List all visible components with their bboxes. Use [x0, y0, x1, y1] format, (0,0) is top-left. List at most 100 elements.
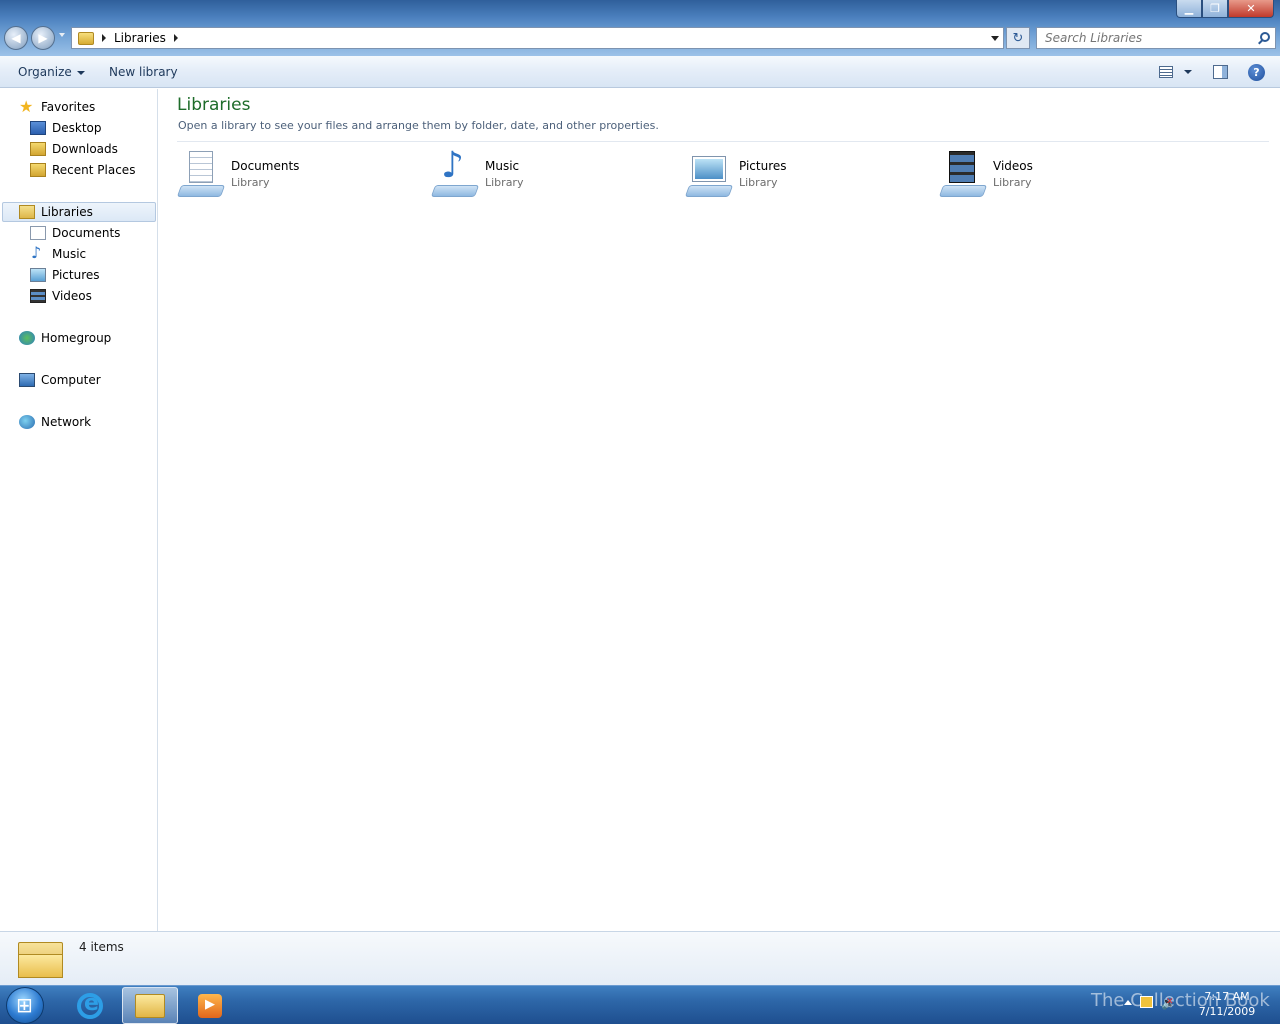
nav-item-desktop[interactable]: Desktop [30, 118, 102, 138]
clock-time: 7:17 AM [1204, 990, 1250, 1003]
organize-button[interactable]: Organize [18, 65, 85, 79]
change-view-icon[interactable] [1159, 66, 1173, 78]
nav-item-label: Music [52, 247, 87, 261]
window-titlebar: ▁ ❐ ✕ ◀ ▶ Libraries ↻ [0, 0, 1280, 56]
windows-explorer-icon [135, 993, 165, 1018]
network-icon [19, 415, 35, 429]
nav-favorites[interactable]: Favorites [19, 97, 95, 117]
library-tile-pictures[interactable]: Pictures Library [684, 149, 925, 201]
help-icon[interactable]: ? [1248, 64, 1265, 81]
notification-area: 🔈 [1124, 996, 1176, 1010]
close-button[interactable]: ✕ [1228, 0, 1274, 18]
taskbar-internet-explorer[interactable] [62, 987, 118, 1024]
navigation-pane: Favorites Desktop Downloads Recent Place… [0, 89, 158, 931]
start-button[interactable] [6, 987, 44, 1024]
volume-muted-icon[interactable]: 🔈 [1161, 996, 1176, 1010]
nav-item-documents[interactable]: Documents [30, 223, 120, 243]
libraries-icon [19, 205, 35, 219]
nav-item-music[interactable]: Music [30, 243, 87, 264]
desktop-icon [30, 121, 46, 135]
back-button[interactable]: ◀ [4, 26, 28, 50]
nav-item-pictures[interactable]: Pictures [30, 265, 100, 285]
page-title: Libraries [177, 95, 251, 115]
taskbar: The Collection Book 🔈 7:17 AM 7/11/2009 [0, 985, 1280, 1024]
library-type: Library [739, 176, 778, 189]
nav-homegroup-label: Homegroup [41, 331, 112, 345]
address-history-dropdown[interactable] [991, 36, 999, 41]
nav-computer[interactable]: Computer [19, 370, 101, 390]
content-pane: Libraries Open a library to see your fil… [159, 89, 1280, 931]
nav-homegroup[interactable]: Homegroup [19, 328, 111, 348]
nav-item-label: Downloads [52, 142, 118, 156]
system-clock[interactable]: 7:17 AM 7/11/2009 [1196, 989, 1258, 1019]
view-options-dropdown[interactable] [1184, 70, 1192, 74]
page-subtitle: Open a library to see your files and arr… [178, 119, 659, 132]
action-center-flag-icon[interactable] [1140, 996, 1153, 1008]
search-input[interactable] [1045, 31, 1245, 45]
library-type: Library [485, 176, 524, 189]
header-divider [177, 141, 1269, 142]
forward-button[interactable]: ▶ [31, 26, 55, 50]
documents-icon [30, 226, 46, 240]
minimize-button[interactable]: ▁ [1176, 0, 1202, 18]
back-arrow-icon: ◀ [11, 31, 21, 45]
library-type: Library [993, 176, 1032, 189]
videos-library-icon [938, 151, 988, 197]
library-name: Videos [993, 159, 1033, 173]
library-type: Library [231, 176, 270, 189]
breadcrumb-libraries[interactable]: Libraries [114, 31, 166, 45]
preview-pane-icon[interactable] [1213, 65, 1228, 79]
libraries-folder-icon [78, 31, 94, 45]
command-bar: Organize New library ? [0, 56, 1280, 88]
nav-item-label: Documents [52, 226, 121, 240]
taskbar-media-player[interactable] [182, 987, 238, 1024]
nav-item-downloads[interactable]: Downloads [30, 139, 118, 159]
nav-item-label: Pictures [52, 268, 100, 282]
nav-libraries[interactable]: Libraries [2, 202, 156, 222]
refresh-button[interactable]: ↻ [1006, 27, 1030, 49]
nav-item-recent-places[interactable]: Recent Places [30, 160, 135, 180]
documents-library-icon [176, 151, 226, 197]
nav-item-label: Desktop [52, 121, 102, 135]
taskbar-windows-explorer[interactable] [122, 987, 178, 1024]
breadcrumb-chevron-icon[interactable] [102, 34, 106, 42]
search-box[interactable] [1036, 27, 1276, 49]
nav-favorites-label: Favorites [41, 100, 96, 114]
address-bar[interactable]: Libraries [71, 27, 1004, 49]
library-tile-documents[interactable]: Documents Library [176, 149, 417, 201]
maximize-button[interactable]: ❐ [1202, 0, 1228, 18]
recent-pages-dropdown[interactable] [59, 33, 65, 37]
library-tile-videos[interactable]: Videos Library [938, 149, 1179, 201]
nav-network-label: Network [41, 415, 92, 429]
search-icon[interactable] [1260, 32, 1270, 42]
nav-computer-label: Computer [41, 373, 101, 387]
library-tile-music[interactable]: ♪ Music Library [430, 145, 671, 201]
new-library-button[interactable]: New library [109, 65, 178, 79]
library-name: Pictures [739, 159, 787, 173]
nav-item-label: Recent Places [52, 163, 136, 177]
libraries-folder-icon [18, 938, 63, 980]
nav-item-videos[interactable]: Videos [30, 286, 92, 306]
homegroup-icon [19, 331, 35, 345]
internet-explorer-icon [77, 991, 103, 1019]
media-player-icon [198, 993, 222, 1018]
chevron-down-icon [76, 70, 85, 75]
library-name: Music [485, 159, 520, 173]
recent-places-icon [30, 163, 46, 177]
nav-network[interactable]: Network [19, 412, 91, 432]
window-controls: ▁ ❐ ✕ [1176, 0, 1274, 18]
pictures-icon [30, 268, 46, 282]
nav-libraries-label: Libraries [41, 205, 93, 219]
breadcrumb-chevron-icon[interactable] [173, 34, 178, 42]
computer-icon [19, 373, 35, 387]
details-pane: 4 items [0, 931, 1280, 985]
downloads-icon [30, 142, 46, 156]
library-name: Documents [231, 159, 300, 173]
organize-label: Organize [18, 65, 72, 79]
nav-item-label: Videos [52, 289, 92, 303]
music-icon [30, 243, 46, 262]
forward-arrow-icon: ▶ [38, 31, 48, 45]
show-hidden-icons-icon[interactable] [1124, 999, 1132, 1005]
favorites-star-icon [19, 97, 35, 116]
clock-date: 7/11/2009 [1198, 1005, 1256, 1018]
